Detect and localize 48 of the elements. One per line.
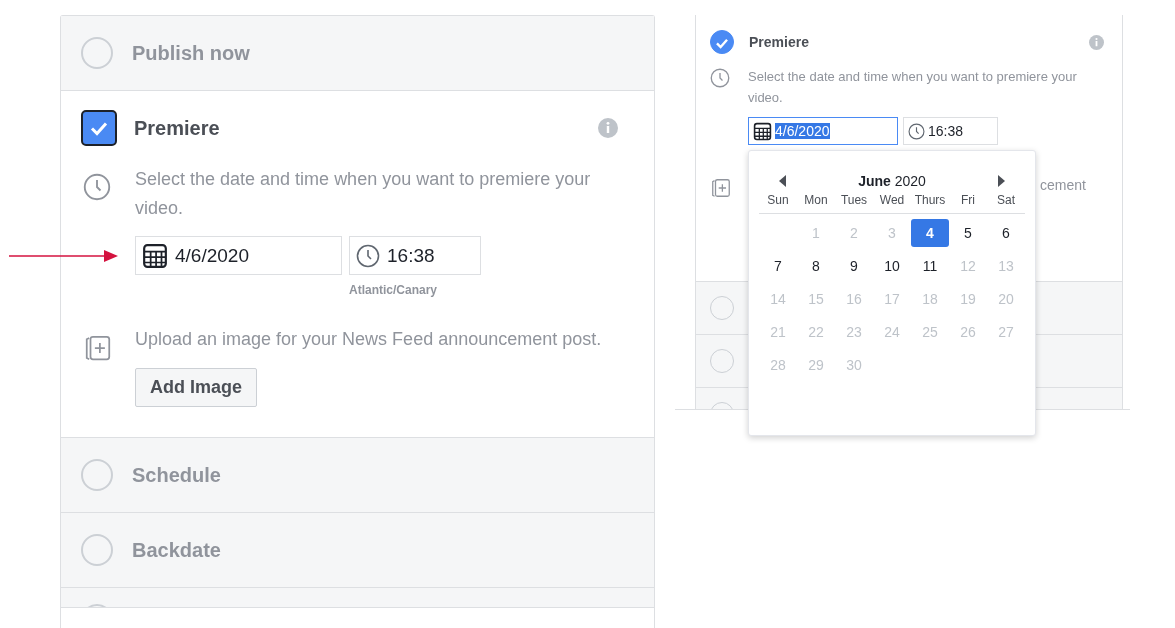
calendar-day[interactable]: 4 bbox=[911, 219, 949, 247]
info-icon[interactable] bbox=[598, 118, 618, 138]
weekday-label: Thurs bbox=[913, 193, 947, 207]
weekday-label: Mon bbox=[803, 193, 829, 207]
premiere-description: Select the date and time when you want to premiere your video. bbox=[135, 168, 592, 220]
checkbox[interactable] bbox=[81, 110, 117, 146]
next-month-icon[interactable] bbox=[997, 175, 1005, 187]
date-field[interactable]: 4/6/2020 bbox=[748, 117, 898, 145]
add-image-button[interactable]: Add Image bbox=[135, 368, 257, 407]
option-label: Publish now bbox=[132, 41, 250, 65]
option-label: Premiere bbox=[134, 116, 220, 140]
calendar-icon bbox=[142, 242, 168, 269]
radio-button[interactable] bbox=[81, 37, 113, 69]
calendar-day[interactable]: 7 bbox=[759, 252, 797, 280]
time-field[interactable]: 16:38 bbox=[903, 117, 998, 145]
premiere-description: Select the date and time when you want to premiere your video. bbox=[748, 68, 1078, 107]
add-image-icon bbox=[83, 333, 113, 363]
weekday-label: Wed bbox=[878, 193, 906, 207]
option-label: Schedule bbox=[132, 463, 221, 487]
weekday-label: Sat bbox=[996, 193, 1016, 207]
add-image-icon bbox=[710, 177, 732, 199]
weekday-label: Tues bbox=[839, 193, 869, 207]
upload-description: cement bbox=[1040, 177, 1086, 195]
calendar-day[interactable]: 11 bbox=[911, 252, 949, 280]
weekday-label: Sun bbox=[766, 193, 790, 207]
calendar-day[interactable]: 6 bbox=[987, 219, 1025, 247]
month-title: June 2020 bbox=[858, 173, 926, 189]
time-field[interactable]: 16:38 bbox=[349, 236, 481, 275]
calendar-day[interactable]: 9 bbox=[835, 252, 873, 280]
calendar-day[interactable]: 8 bbox=[797, 252, 835, 280]
option-label: Backdate bbox=[132, 538, 221, 562]
timezone-label: Atlantic/Canary bbox=[349, 283, 439, 297]
info-icon[interactable] bbox=[1089, 34, 1104, 50]
upload-description: Upload an image for your News Feed announcement post. bbox=[135, 328, 603, 351]
calendar-day[interactable]: 5 bbox=[949, 219, 987, 247]
date-field[interactable]: 4/6/2020 bbox=[135, 236, 342, 275]
calendar-icon bbox=[753, 121, 772, 141]
weekday-label: Fri bbox=[960, 193, 976, 207]
radio-button[interactable] bbox=[81, 534, 113, 566]
option-label: Premiere bbox=[749, 34, 809, 50]
clock-icon bbox=[83, 173, 111, 201]
calendar-day[interactable]: 10 bbox=[873, 252, 911, 280]
clock-icon bbox=[710, 68, 730, 88]
clock-icon bbox=[908, 122, 925, 140]
radio-button[interactable] bbox=[81, 459, 113, 491]
check-circle-icon[interactable] bbox=[710, 30, 734, 54]
clock-icon bbox=[356, 243, 380, 268]
previous-month-icon[interactable] bbox=[779, 175, 787, 187]
